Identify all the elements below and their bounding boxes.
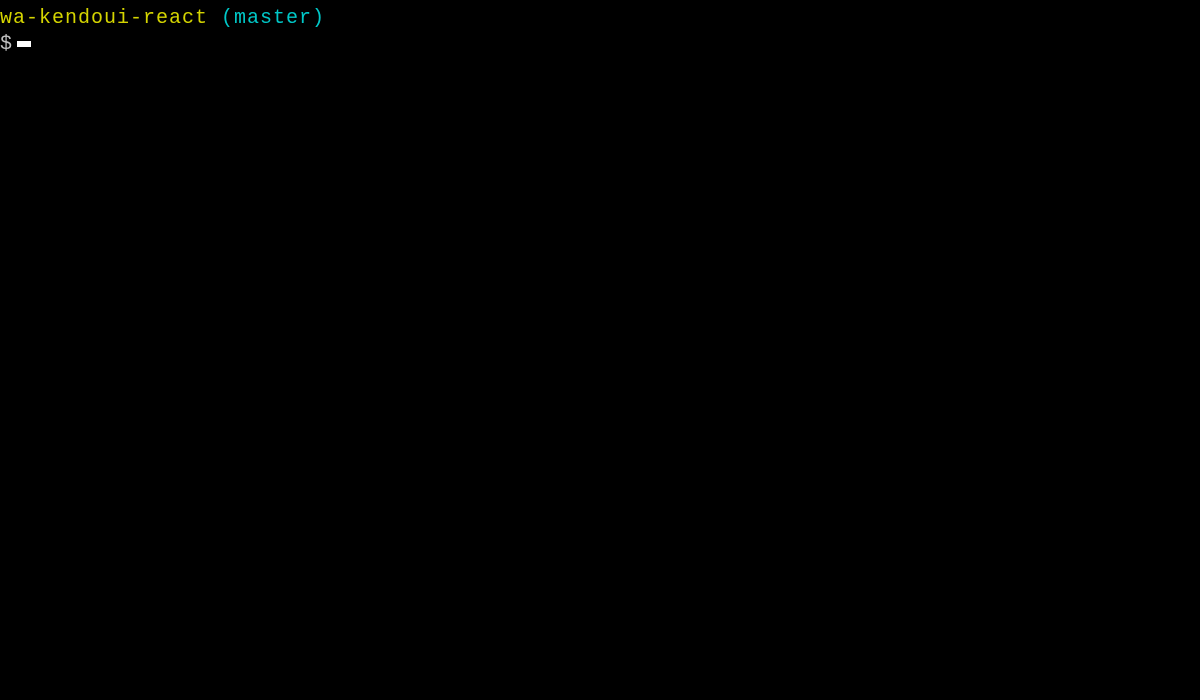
prompt-symbol: $ [0,33,13,56]
terminal-line-2[interactable]: $ [0,32,1200,58]
git-branch: (master) [221,7,325,30]
cursor [17,41,31,47]
working-directory: wa-kendoui-react [0,7,221,30]
terminal-window[interactable]: wa-kendoui-react (master) $ [0,6,1200,700]
terminal-line-1: wa-kendoui-react (master) [0,6,1200,32]
